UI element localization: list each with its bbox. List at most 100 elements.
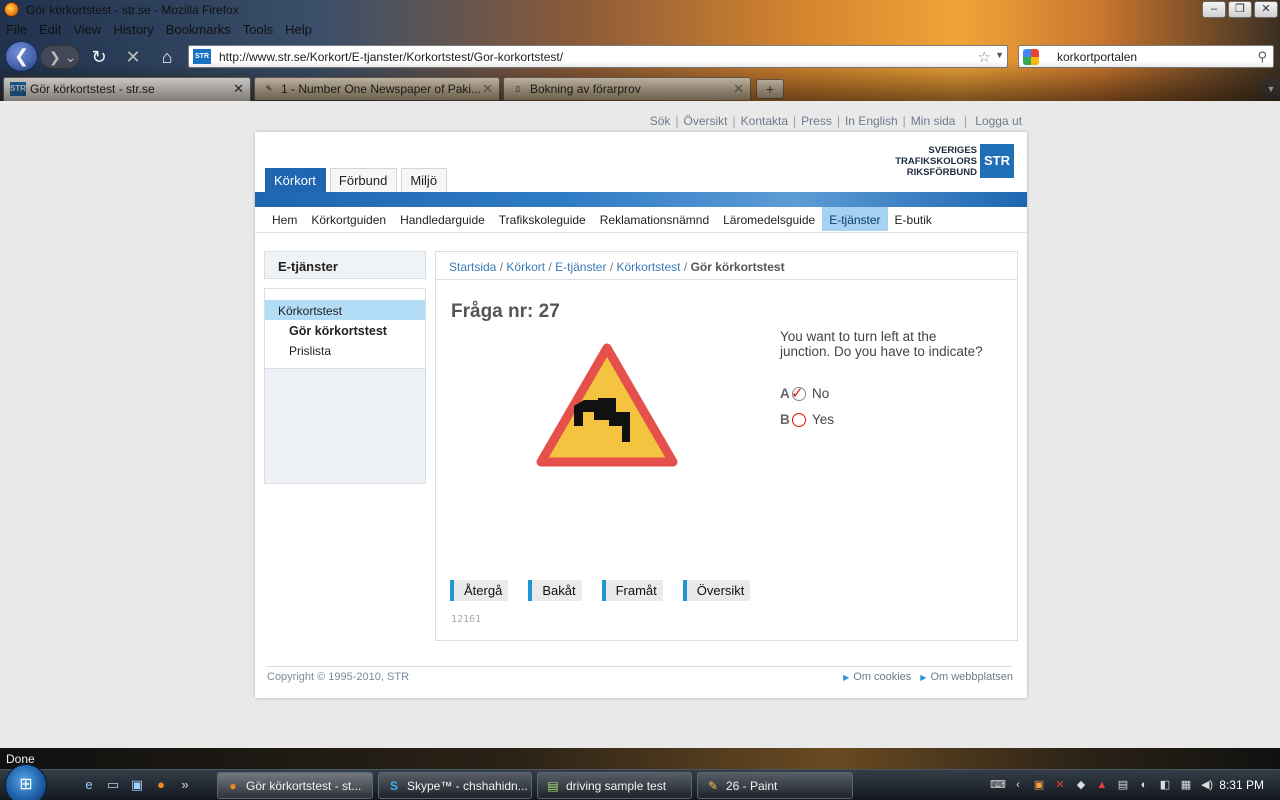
tab-close-icon[interactable]: ✕ xyxy=(733,81,744,97)
volume-icon[interactable]: ◀) xyxy=(1200,778,1214,792)
tray-app-icon[interactable]: ▤ xyxy=(1116,778,1130,792)
tab-newspaper[interactable]: ✎ 1 - Number One Newspaper of Paki... ✕ xyxy=(254,77,500,100)
start-button[interactable]: ⊞ xyxy=(5,764,47,800)
keyboard-icon[interactable]: ⌨ xyxy=(990,778,1006,792)
subnav-e-tjanster[interactable]: E-tjänster xyxy=(822,207,888,231)
tab-list-icon[interactable]: ▼ xyxy=(1262,79,1280,99)
new-tab-button[interactable]: + xyxy=(756,79,784,99)
breadcrumb-e-tjanster[interactable]: E-tjänster xyxy=(555,260,606,274)
footer-link-om-webbplatsen[interactable]: ▶ Om webbplatsen xyxy=(920,671,1013,683)
menu-help[interactable]: Help xyxy=(279,20,318,40)
tray-app-icon[interactable]: ◧ xyxy=(1158,778,1172,792)
utility-links: Sök | Översikt | Kontakta | Press | In Engli… xyxy=(649,114,1022,128)
answer-radio-a[interactable]: ✓ xyxy=(791,384,806,402)
windows-logo-icon: ⊞ xyxy=(19,776,33,793)
tray-expand-icon[interactable]: ‹ xyxy=(1011,778,1025,792)
bakat-button[interactable]: Bakåt xyxy=(528,580,582,601)
oversikt-button[interactable]: Översikt xyxy=(682,580,751,601)
tab-close-icon[interactable]: ✕ xyxy=(482,81,493,97)
tab-miljo[interactable]: Miljö xyxy=(401,168,448,192)
framat-button[interactable]: Framåt xyxy=(601,580,663,601)
str-favicon-icon: STR xyxy=(10,82,26,96)
network-icon[interactable]: ▦ xyxy=(1179,778,1193,792)
answer-letter: B xyxy=(780,412,790,427)
subnav-laromedelsguide[interactable]: Läromedelsguide xyxy=(716,207,822,231)
back-button[interactable]: ❮ xyxy=(5,41,38,72)
tray-app-icon[interactable]: ▣ xyxy=(1032,778,1046,792)
link-press[interactable]: Press xyxy=(801,114,832,128)
subnav-korkortguiden[interactable]: Körkortguiden xyxy=(304,207,393,231)
url-text[interactable]: http://www.str.se/Korkort/E-tjanster/Kor… xyxy=(219,50,563,64)
menu-bookmarks[interactable]: Bookmarks xyxy=(160,20,237,40)
stop-icon[interactable]: ✕ xyxy=(122,46,144,68)
task-document[interactable]: ▤ driving sample test xyxy=(537,772,692,799)
switch-windows-icon[interactable]: ▣ xyxy=(128,776,146,794)
minimize-button[interactable]: – xyxy=(1202,1,1226,18)
firefox-quick-icon[interactable]: ● xyxy=(152,776,170,794)
answer-label: No xyxy=(812,386,830,401)
breadcrumb-korkortstest[interactable]: Körkortstest xyxy=(617,260,681,274)
subnav-handledarguide[interactable]: Handledarguide xyxy=(393,207,492,231)
breadcrumb-korkort[interactable]: Körkort xyxy=(506,260,545,274)
tab-bokning[interactable]: ▯ Bokning av förarprov ✕ xyxy=(503,77,751,100)
close-window-button[interactable]: ✕ xyxy=(1254,1,1278,18)
task-firefox[interactable]: ● Gör körkortstest - st... xyxy=(217,772,373,799)
link-sok[interactable]: Sök xyxy=(650,114,671,128)
url-bar[interactable]: STR http://www.str.se/Korkort/E-tjanster… xyxy=(188,45,1008,68)
sidebar-item-prislista[interactable]: Prislista xyxy=(265,340,425,360)
tab-forbund[interactable]: Förbund xyxy=(329,168,398,192)
task-paint[interactable]: ✎ 26 - Paint xyxy=(697,772,853,799)
forward-button[interactable]: ❯ ⌄ xyxy=(40,45,80,69)
tray-app-icon[interactable]: ◐ xyxy=(1137,778,1151,792)
link-min-sida[interactable]: Min sida xyxy=(911,114,956,128)
home-icon[interactable]: ⌂ xyxy=(156,46,178,68)
subnav-hem[interactable]: Hem xyxy=(265,207,304,231)
subnav-e-butik[interactable]: E-butik xyxy=(888,207,939,231)
menu-tools[interactable]: Tools xyxy=(237,20,279,40)
document-icon: ▤ xyxy=(547,779,559,793)
link-in-english[interactable]: In English xyxy=(845,114,898,128)
tab-korkort[interactable]: Körkort xyxy=(265,168,326,192)
answer-option-b[interactable]: B Yes xyxy=(780,412,834,427)
footer-link-cookies[interactable]: ▶ Om cookies xyxy=(843,671,911,683)
clock[interactable]: 8:31 PM xyxy=(1219,778,1264,792)
url-dropdown-icon[interactable]: ▼ xyxy=(995,50,1004,60)
site-identity-icon[interactable]: STR xyxy=(193,49,211,64)
subnav-trafikskoleguide[interactable]: Trafikskoleguide xyxy=(492,207,593,231)
handdrawn-check-icon: ✓ xyxy=(791,384,804,402)
search-icon[interactable]: ⚲ xyxy=(1257,49,1267,65)
google-search-engine-icon[interactable] xyxy=(1023,49,1039,65)
search-input[interactable]: korkortportalen xyxy=(1057,50,1137,64)
tray-app-icon[interactable]: ▲ xyxy=(1095,778,1109,792)
atergaa-button[interactable]: Återgå xyxy=(450,580,509,601)
task-skype[interactable]: S Skype™ - chshahidn... xyxy=(378,772,532,799)
header-band xyxy=(255,192,1027,207)
menu-history[interactable]: History xyxy=(107,20,159,40)
subnav-reklamationsnamnd[interactable]: Reklamationsnämnd xyxy=(593,207,716,231)
tab-str[interactable]: STR Gör körkortstest - str.se ✕ xyxy=(3,77,251,101)
answer-radio-b[interactable] xyxy=(792,412,806,427)
tray-app-icon[interactable]: ◆ xyxy=(1074,778,1088,792)
breadcrumb-startsida[interactable]: Startsida xyxy=(449,260,496,274)
link-logga-ut[interactable]: Logga ut xyxy=(975,114,1022,128)
ie-icon[interactable]: e xyxy=(80,776,98,794)
answer-option-a[interactable]: A ✓ No xyxy=(780,384,830,402)
str-logo[interactable]: SVERIGES TRAFIKSKOLORS RIKSFÖRBUND STR xyxy=(895,144,1014,178)
question-code: 12161 xyxy=(451,614,482,625)
bookmark-star-icon[interactable]: ☆ xyxy=(978,48,991,66)
tab-close-icon[interactable]: ✕ xyxy=(233,81,244,97)
system-tray: ⌨ ‹ ▣ ✕ ◆ ▲ ▤ ◐ ◧ ▦ ◀) xyxy=(990,778,1214,792)
more-icon[interactable]: » xyxy=(176,776,194,794)
security-icon[interactable]: ✕ xyxy=(1053,778,1067,792)
menu-edit[interactable]: Edit xyxy=(33,20,67,40)
search-bar[interactable]: korkortportalen ⚲ xyxy=(1018,45,1274,68)
show-desktop-icon[interactable]: ▭ xyxy=(104,776,122,794)
link-oversikt[interactable]: Översikt xyxy=(684,114,728,128)
menu-view[interactable]: View xyxy=(67,20,107,40)
sidebar-item-gor-korkortstest[interactable]: Gör körkortstest xyxy=(265,320,425,340)
maximize-button[interactable]: ❐ xyxy=(1228,1,1252,18)
sidebar-item-korkortstest[interactable]: Körkortstest xyxy=(265,300,425,320)
reload-icon[interactable]: ↻ xyxy=(88,46,110,68)
link-kontakta[interactable]: Kontakta xyxy=(741,114,788,128)
menu-file[interactable]: File xyxy=(0,20,33,40)
